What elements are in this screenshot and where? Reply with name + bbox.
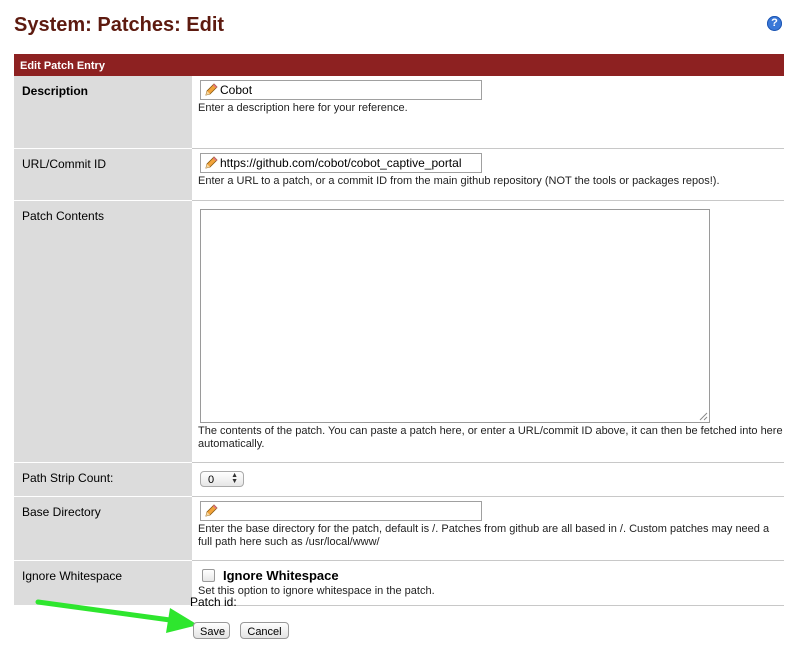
page-title: System: Patches: Edit xyxy=(14,14,225,36)
description-row: Description Cobot Enter a description he… xyxy=(14,76,784,149)
patch-contents-row: Patch Contents The contents of the patch… xyxy=(14,200,784,463)
base-directory-hint: Enter the base directory for the patch, … xyxy=(198,522,770,548)
edit-patch-section: Edit Patch Entry Description Cobot Enter… xyxy=(14,54,784,606)
strip-count-value: 0 xyxy=(208,473,215,486)
patch-contents-hint: The contents of the patch. You can paste… xyxy=(198,424,783,450)
strip-count-row: Path Strip Count: 0 ▲ ▼ xyxy=(14,462,784,497)
description-label: Description xyxy=(14,76,192,149)
pencil-icon xyxy=(205,155,218,169)
ignore-whitespace-hint: Set this option to ignore whitespace in … xyxy=(198,584,435,597)
patch-form: Description Cobot Enter a description he… xyxy=(14,76,784,606)
cancel-button[interactable]: Cancel xyxy=(240,622,289,639)
ignore-whitespace-checkbox[interactable] xyxy=(202,568,215,582)
description-hint: Enter a description here for your refere… xyxy=(198,102,408,114)
base-directory-row: Base Directory Enter the base directory … xyxy=(14,496,784,561)
url-hint: Enter a URL to a patch, or a commit ID f… xyxy=(198,174,720,187)
base-directory-input[interactable] xyxy=(200,500,482,521)
description-value: Cobot xyxy=(220,83,253,97)
url-value: https://github.com/cobot/cobot_captive_p… xyxy=(220,155,462,170)
green-arrow-icon xyxy=(35,599,198,633)
ignore-whitespace-checkbox-label[interactable]: Ignore Whitespace xyxy=(223,568,339,583)
strip-count-label: Path Strip Count: xyxy=(14,462,192,497)
help-icon[interactable]: ? xyxy=(767,16,782,31)
pencil-icon xyxy=(205,83,218,96)
save-button[interactable]: Save xyxy=(193,622,230,639)
url-label: URL/Commit ID xyxy=(14,148,192,201)
url-row: URL/Commit ID https://github.com/cobot/c… xyxy=(14,148,784,201)
patch-contents-label: Patch Contents xyxy=(14,200,192,463)
select-arrows-icon: ▲ ▼ xyxy=(231,471,238,485)
url-input[interactable]: https://github.com/cobot/cobot_captive_p… xyxy=(200,152,482,173)
strip-count-select[interactable]: 0 ▲ ▼ xyxy=(200,470,244,487)
base-directory-label: Base Directory xyxy=(14,496,192,561)
patch-contents-textarea[interactable] xyxy=(200,208,710,423)
section-header: Edit Patch Entry xyxy=(14,54,784,76)
description-input[interactable]: Cobot xyxy=(200,80,482,100)
resize-handle-icon[interactable] xyxy=(699,412,708,421)
pencil-icon xyxy=(205,503,218,517)
